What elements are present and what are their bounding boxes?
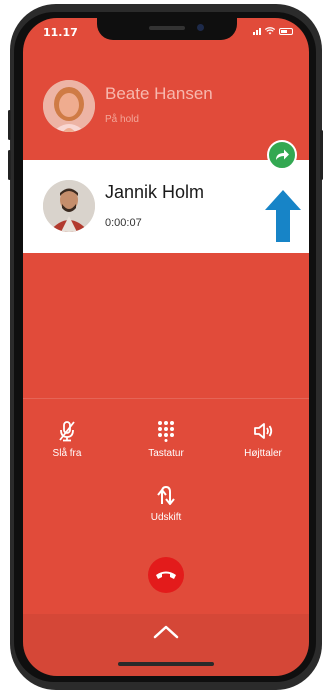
home-indicator[interactable] (118, 662, 214, 666)
notch (97, 18, 237, 40)
call-duration: 0:00:07 (105, 217, 142, 229)
earpiece-speaker (149, 26, 185, 30)
speaker-icon (254, 423, 273, 439)
hangup-button[interactable] (148, 557, 184, 593)
mic-off-icon (59, 421, 75, 442)
volume-up-button (8, 110, 11, 140)
mute-label: Slå fra (52, 448, 82, 459)
held-caller-name: Beate Hansen (105, 84, 213, 103)
avatar-man (43, 180, 95, 232)
signal-icon (253, 27, 261, 35)
swap-label: Udskift (150, 512, 182, 523)
chevron-up-icon[interactable] (152, 621, 180, 641)
battery-icon (279, 28, 293, 35)
speaker-button[interactable]: Højttaler (223, 420, 303, 459)
held-call-status: På hold (105, 114, 139, 125)
transfer-button[interactable] (267, 140, 297, 170)
wifi-icon (265, 27, 275, 35)
volume-down-button (8, 150, 11, 180)
mute-button[interactable]: Slå fra (27, 420, 107, 459)
page: 11.17 Beate Hansen På hold Jannik Holm 0… (0, 0, 331, 695)
phone-hangup-icon (156, 571, 176, 579)
swap-button[interactable]: Udskift (126, 484, 206, 523)
front-camera (197, 24, 204, 31)
status-icons (253, 27, 293, 35)
speaker-label: Højttaler (244, 448, 282, 459)
keypad-label: Tastatur (148, 448, 184, 459)
status-time: 11.17 (43, 26, 78, 39)
call-screen: 11.17 Beate Hansen På hold Jannik Holm 0… (23, 18, 309, 676)
active-caller-name: Jannik Holm (105, 182, 205, 202)
avatar-woman (43, 80, 95, 132)
swap-icon (157, 485, 175, 505)
keypad-button[interactable]: Tastatur (126, 420, 206, 459)
power-button (320, 130, 323, 180)
keypad-icon (158, 421, 174, 442)
divider (23, 398, 309, 399)
forward-arrow-icon (276, 149, 289, 160)
held-call-row[interactable]: Beate Hansen På hold (23, 80, 309, 150)
pointer-arrow-icon (265, 190, 301, 242)
